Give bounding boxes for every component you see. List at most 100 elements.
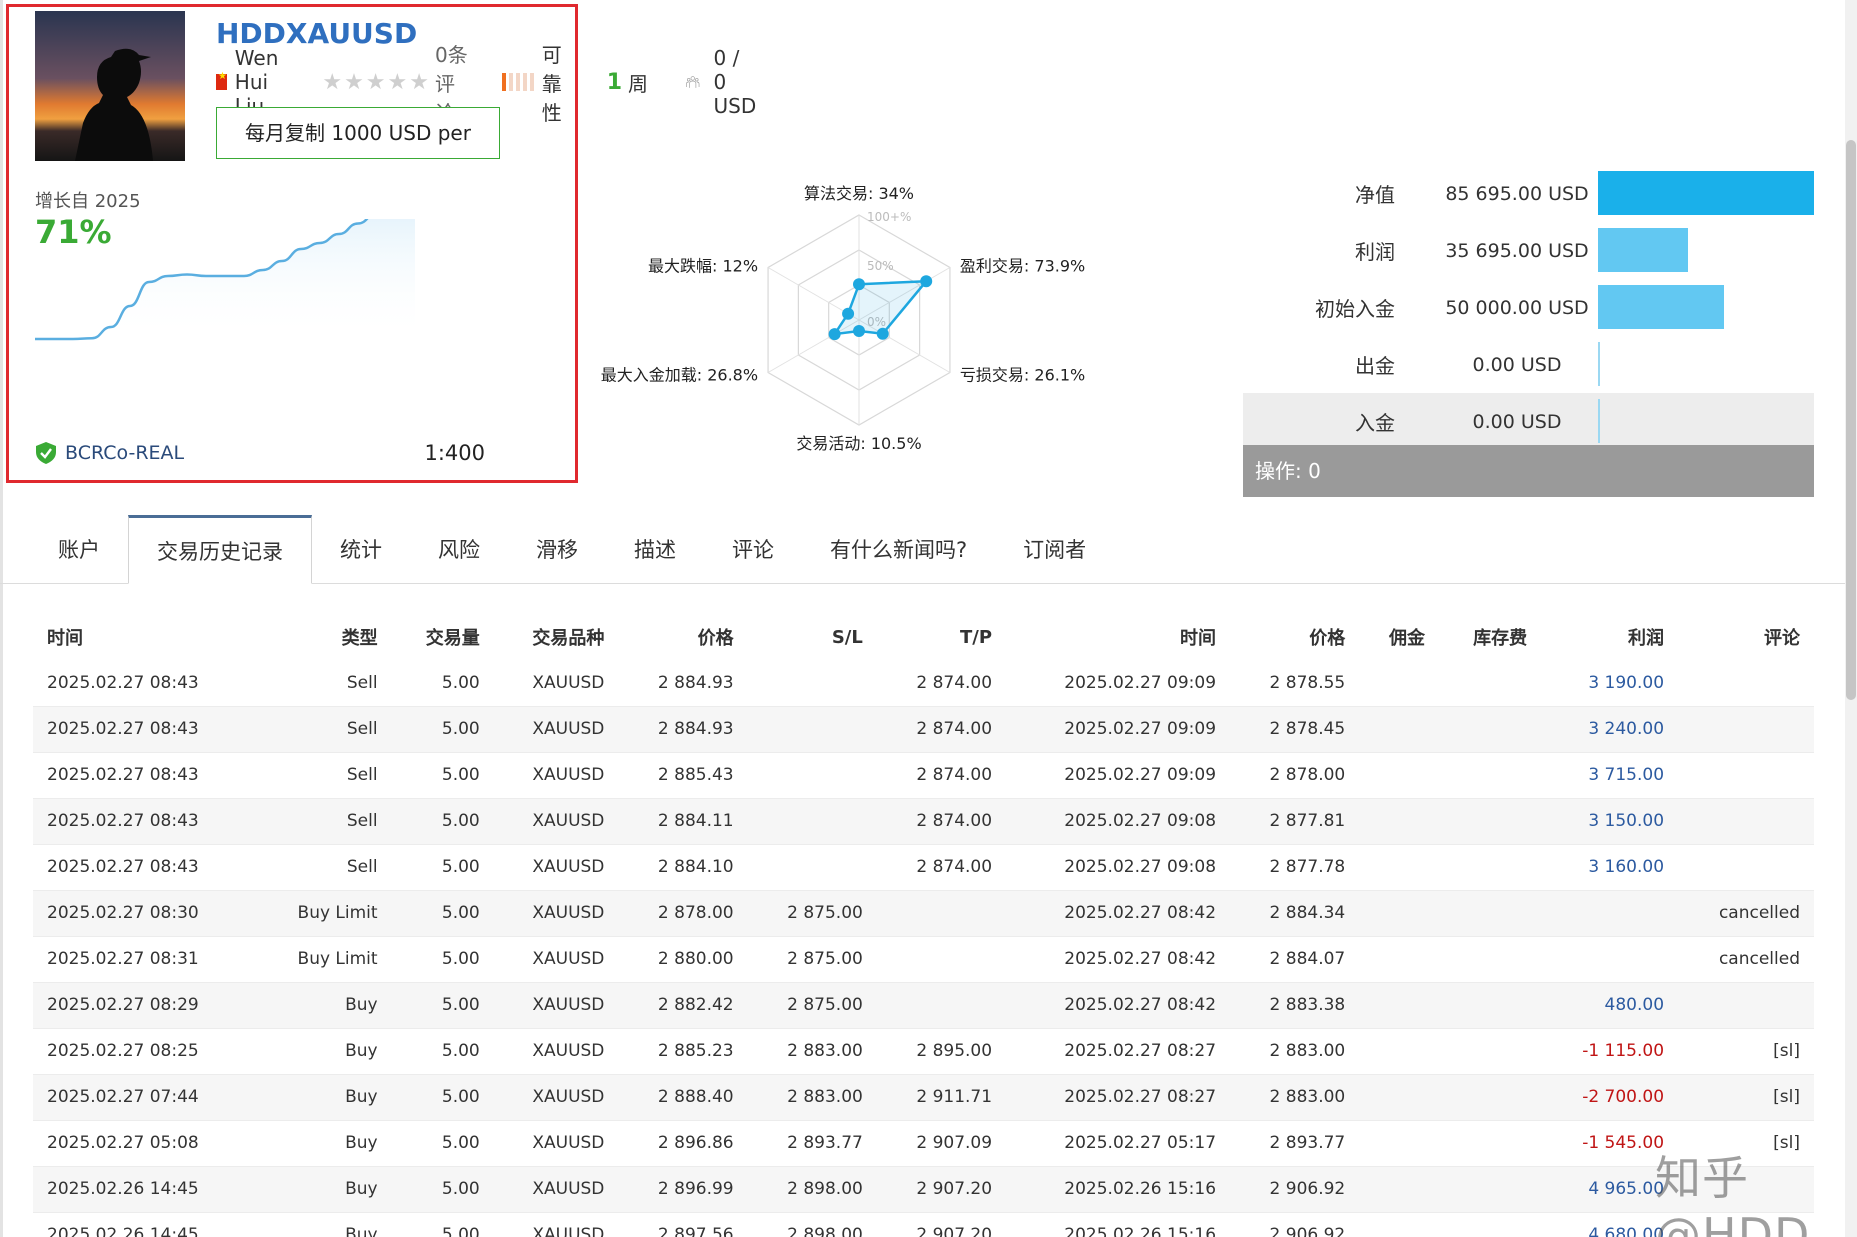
table-cell: XAUUSD (493, 1074, 619, 1121)
table-row[interactable]: 2025.02.27 05:08 Buy 5.00 XAUUSD 2 896.86 2 8… (33, 1120, 1814, 1167)
table-cell: 2025.02.27 08:42 (1006, 890, 1231, 937)
signal-profile-card: HDDXAUUSD Wen Hui Liu ★★★★★ 0条评论 可靠性 1 周… (6, 4, 756, 483)
broker-server[interactable]: BCRCo-REAL (35, 441, 184, 465)
table-cell: 2025.02.27 08:31 (33, 936, 257, 983)
window-left-edge (0, 0, 3, 1237)
tab-交易历史记录[interactable]: 交易历史记录 (128, 515, 312, 584)
table-cell (1359, 890, 1439, 937)
column-header[interactable]: 利润 (1541, 614, 1678, 660)
table-cell: XAUUSD (493, 798, 619, 845)
scrollbar-thumb[interactable] (1846, 140, 1856, 700)
table-cell: 2 884.34 (1230, 890, 1360, 937)
column-header[interactable]: 库存费 (1439, 614, 1541, 660)
table-cell (1359, 1166, 1439, 1213)
table-row[interactable]: 2025.02.27 08:30 Buy Limit 5.00 XAUUSD 2 878… (33, 890, 1814, 937)
table-cell: Buy (256, 982, 392, 1029)
table-cell: 2025.02.27 08:25 (33, 1028, 257, 1075)
column-header[interactable]: 佣金 (1359, 614, 1439, 660)
table-cell (1438, 660, 1542, 707)
table-row[interactable]: 2025.02.27 08:29 Buy 5.00 XAUUSD 2 882.42 2 8… (33, 982, 1814, 1029)
table-cell (1359, 798, 1439, 845)
reliability-label: 可靠性 (541, 42, 562, 125)
table-cell (1438, 1074, 1542, 1121)
tab-账户[interactable]: 账户 (30, 515, 128, 583)
trade-history-table: 时间 类型 交易量 交易品种 价格 S/L T/P 时间 价格 佣金 库存费 利润 评论 2025.02… (33, 614, 1814, 1237)
table-cell (1359, 660, 1439, 707)
table-cell: 2 874.00 (876, 706, 1007, 753)
table-cell: 2025.02.27 08:43 (33, 844, 257, 891)
summary-bar (1598, 285, 1725, 329)
column-header[interactable]: 价格 (1230, 614, 1359, 660)
summary-row: 净值 85 695.00 USD (1243, 165, 1814, 222)
table-cell (1359, 1074, 1439, 1121)
column-header[interactable]: 类型 (257, 614, 392, 660)
tab-有什么新闻吗?[interactable]: 有什么新闻吗? (802, 515, 995, 583)
table-cell: 2 875.00 (747, 982, 877, 1029)
table-cell (1359, 844, 1439, 891)
table-row[interactable]: 2025.02.27 08:43 Sell 5.00 XAUUSD 2 884.93 2 … (33, 660, 1814, 707)
table-cell (1359, 752, 1439, 799)
table-row[interactable]: 2025.02.27 08:43 Sell 5.00 XAUUSD 2 884.93 2 … (33, 706, 1814, 753)
table-row[interactable]: 2025.02.27 08:31 Buy Limit 5.00 XAUUSD 2 880… (33, 936, 1814, 983)
avatar[interactable] (35, 11, 185, 161)
summary-value: 35 695.00 USD (1445, 239, 1589, 262)
table-cell (876, 936, 1007, 983)
column-header[interactable]: 价格 (618, 614, 747, 660)
summary-bar-track (1598, 342, 1814, 386)
table-cell: 2 884.11 (618, 798, 748, 845)
tab-订阅者[interactable]: 订阅者 (995, 515, 1114, 583)
table-cell: Buy Limit (256, 890, 392, 937)
table-cell: Buy (256, 1074, 392, 1121)
table-cell: Sell (256, 844, 392, 891)
column-header[interactable]: T/P (877, 614, 1006, 660)
column-header[interactable]: 时间 (33, 614, 257, 660)
table-cell: 2 888.40 (618, 1074, 748, 1121)
table-cell: 2 896.86 (618, 1120, 748, 1167)
table-cell: 2 883.00 (747, 1028, 877, 1075)
table-row[interactable]: 2025.02.27 08:43 Sell 5.00 XAUUSD 2 884.10 2 … (33, 844, 1814, 891)
tab-描述[interactable]: 描述 (606, 515, 704, 583)
tab-统计[interactable]: 统计 (312, 515, 410, 583)
weeks-unit: 周 (628, 71, 649, 96)
table-cell: 2 885.43 (618, 752, 748, 799)
table-cell (1359, 936, 1439, 983)
table-cell (1438, 1028, 1542, 1075)
table-row[interactable]: 2025.02.27 08:43 Sell 5.00 XAUUSD 2 884.11 2 … (33, 798, 1814, 845)
table-cell: 2025.02.26 15:16 (1006, 1166, 1231, 1213)
summary-label: 入金 (1355, 411, 1395, 435)
table-row[interactable]: 2025.02.27 07:44 Buy 5.00 XAUUSD 2 888.40 2 8… (33, 1074, 1814, 1121)
table-row[interactable]: 2025.02.27 08:43 Sell 5.00 XAUUSD 2 885.43 2 … (33, 752, 1814, 799)
table-cell: cancelled (1678, 890, 1814, 937)
table-cell: 3 240.00 (1541, 706, 1679, 753)
tab-滑移[interactable]: 滑移 (508, 515, 606, 583)
table-cell (1678, 660, 1814, 707)
summary-value: 50 000.00 USD (1445, 296, 1589, 319)
table-row[interactable]: 2025.02.26 14:45 Buy 5.00 XAUUSD 2 897.56 2 8… (33, 1212, 1814, 1237)
radar-chart-svg: 100+%50%0%算法交易: 34%盈利交易: 73.9%亏损交易: 26.1… (601, 184, 1085, 453)
copy-subscribe-button[interactable]: 每月复制 1000 USD per (216, 107, 500, 159)
page-scrollbar[interactable] (1845, 0, 1857, 1237)
column-header[interactable]: 评论 (1678, 614, 1814, 660)
leverage-value: 1:400 (424, 441, 485, 465)
table-cell: 5.00 (391, 798, 494, 845)
summary-label: 初始入金 (1315, 297, 1395, 321)
tab-风险[interactable]: 风险 (410, 515, 508, 583)
table-cell: XAUUSD (493, 844, 619, 891)
growth-chart[interactable] (35, 219, 495, 419)
table-row[interactable]: 2025.02.26 14:45 Buy 5.00 XAUUSD 2 896.99 2 8… (33, 1166, 1814, 1213)
radar-axis-label: 最大入金加载: 26.8% (601, 366, 758, 385)
table-row[interactable]: 2025.02.27 08:25 Buy 5.00 XAUUSD 2 885.23 2 8… (33, 1028, 1814, 1075)
table-cell: 2 878.55 (1230, 660, 1360, 707)
table-cell (1438, 844, 1542, 891)
radar-point (842, 307, 855, 320)
table-cell: XAUUSD (493, 890, 619, 937)
table-cell (747, 706, 877, 753)
column-header[interactable]: 交易品种 (494, 614, 619, 660)
column-header[interactable]: 交易量 (392, 614, 494, 660)
column-header[interactable]: 时间 (1006, 614, 1230, 660)
table-cell (1541, 936, 1679, 983)
tab-评论[interactable]: 评论 (704, 515, 802, 583)
column-header[interactable]: S/L (748, 614, 877, 660)
table-cell: 2 893.77 (1230, 1120, 1360, 1167)
table-cell: 2 911.71 (876, 1074, 1007, 1121)
